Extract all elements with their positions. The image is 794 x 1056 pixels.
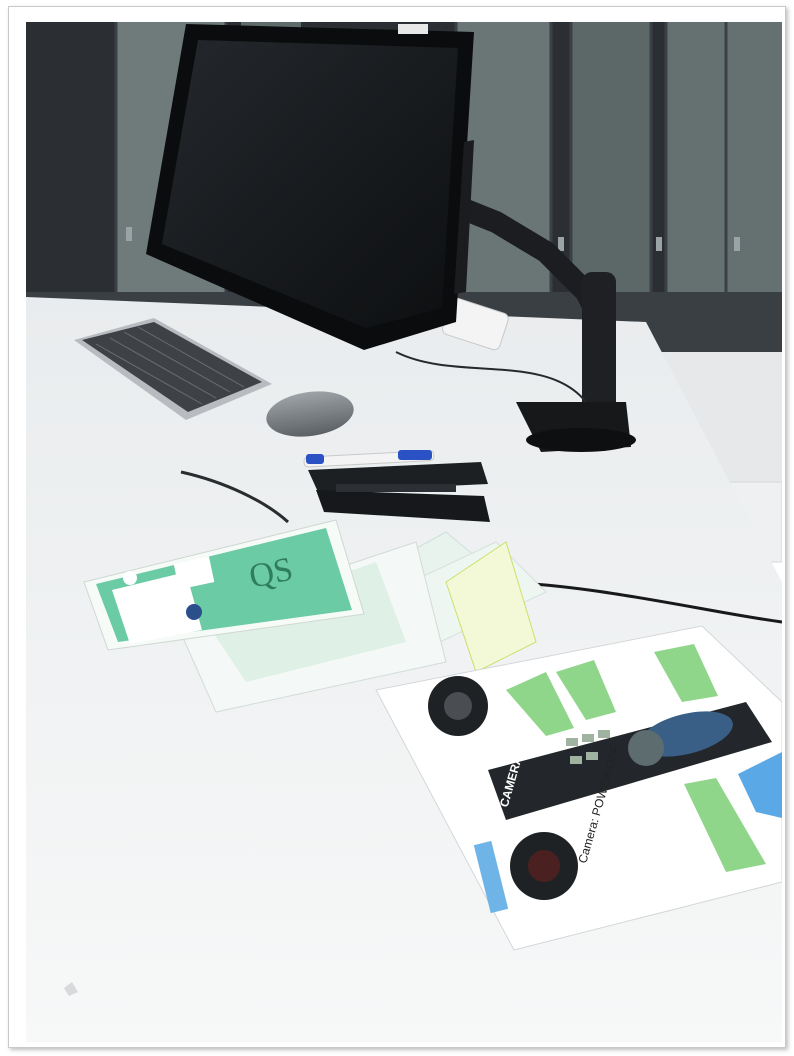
photograph: QS CAMERA Camera: POWER OFF (26, 22, 782, 1042)
